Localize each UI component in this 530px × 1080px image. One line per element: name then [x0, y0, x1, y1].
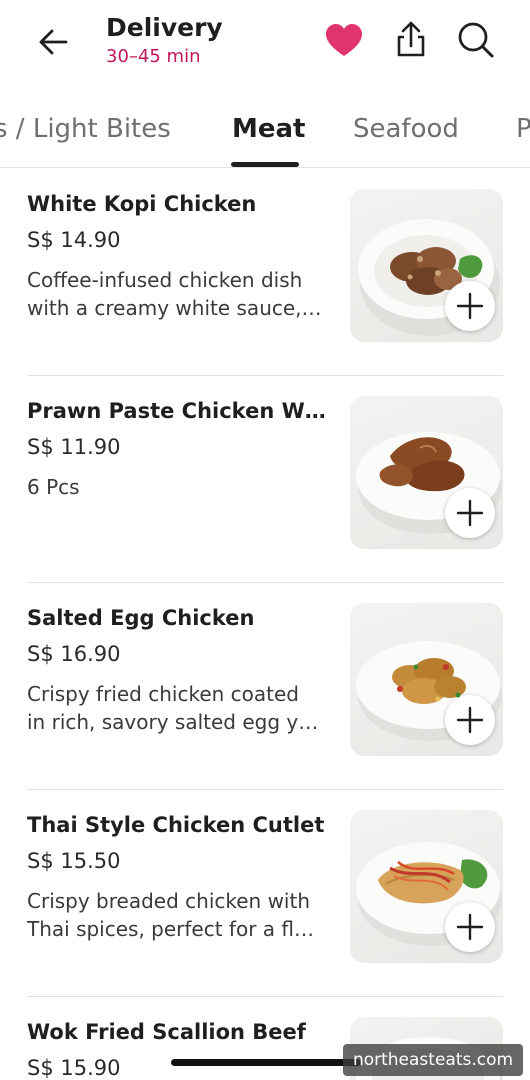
- header: Delivery 30–45 min: [0, 0, 530, 86]
- item-name: Wok Fried Scallion Beef: [27, 1020, 306, 1044]
- tab-seafood[interactable]: Seafood: [353, 112, 459, 146]
- heart-icon: [326, 24, 362, 56]
- item-description-line: Coffee-infused chicken dish: [27, 268, 303, 292]
- item-description-line: Thai spices, perfect for a fl…: [27, 917, 315, 941]
- menu-item[interactable]: Salted Egg Chicken S$ 16.90 Crispy fried…: [0, 583, 530, 790]
- search-icon: [458, 22, 494, 58]
- item-price: S$ 16.90: [27, 642, 121, 666]
- item-price: S$ 15.90: [27, 1056, 121, 1080]
- item-description-line: with a creamy white sauce,…: [27, 296, 322, 320]
- item-description: Coffee-infused chicken dish with a cream…: [27, 266, 334, 322]
- plus-icon: [456, 292, 484, 320]
- add-to-cart-button[interactable]: [445, 902, 495, 952]
- item-description: Crispy breaded chicken with Thai spices,…: [27, 887, 334, 943]
- share-button[interactable]: [391, 19, 431, 61]
- search-button[interactable]: [456, 20, 496, 60]
- item-name: Thai Style Chicken Cutlet: [27, 813, 325, 837]
- tab-next[interactable]: P: [516, 112, 530, 146]
- item-name: Salted Egg Chicken: [27, 606, 255, 630]
- item-price: S$ 15.50: [27, 849, 121, 873]
- home-indicator: [171, 1059, 361, 1066]
- page-title: Delivery: [106, 13, 223, 42]
- add-to-cart-button[interactable]: [445, 281, 495, 331]
- category-tabs: s / Light Bites Meat Seafood P: [0, 86, 530, 168]
- back-button[interactable]: [34, 22, 74, 62]
- item-description-line: 6 Pcs: [27, 475, 80, 499]
- plus-icon: [456, 499, 484, 527]
- active-tab-indicator: [231, 162, 299, 167]
- menu-item[interactable]: White Kopi Chicken S$ 14.90 Coffee-infus…: [0, 169, 530, 376]
- tab-meat[interactable]: Meat: [232, 112, 305, 146]
- plus-icon: [456, 706, 484, 734]
- item-description: Crispy fried chicken coated in rich, sav…: [27, 680, 334, 736]
- plus-icon: [456, 913, 484, 941]
- share-icon: [397, 21, 425, 57]
- item-description-line: Crispy fried chicken coated: [27, 682, 299, 706]
- arrow-left-icon: [39, 29, 68, 55]
- item-name: White Kopi Chicken: [27, 192, 257, 216]
- menu-item[interactable]: Prawn Paste Chicken Wi… S$ 11.90 6 Pcs: [0, 376, 530, 583]
- add-to-cart-button[interactable]: [445, 488, 495, 538]
- item-price: S$ 11.90: [27, 435, 121, 459]
- item-description-line: in rich, savory salted egg y…: [27, 710, 319, 734]
- add-to-cart-button[interactable]: [445, 695, 495, 745]
- title-block: Delivery 30–45 min: [106, 13, 223, 70]
- watermark: northeasteats.com: [343, 1044, 523, 1076]
- item-description-line: Crispy breaded chicken with: [27, 889, 311, 913]
- favorite-button[interactable]: [324, 21, 364, 61]
- delivery-time: 30–45 min: [106, 46, 201, 67]
- menu-item[interactable]: Thai Style Chicken Cutlet S$ 15.50 Crisp…: [0, 790, 530, 997]
- item-description: 6 Pcs: [27, 473, 334, 501]
- item-price: S$ 14.90: [27, 228, 121, 252]
- tab-light-bites[interactable]: s / Light Bites: [0, 112, 171, 146]
- item-name: Prawn Paste Chicken Wi…: [27, 399, 332, 423]
